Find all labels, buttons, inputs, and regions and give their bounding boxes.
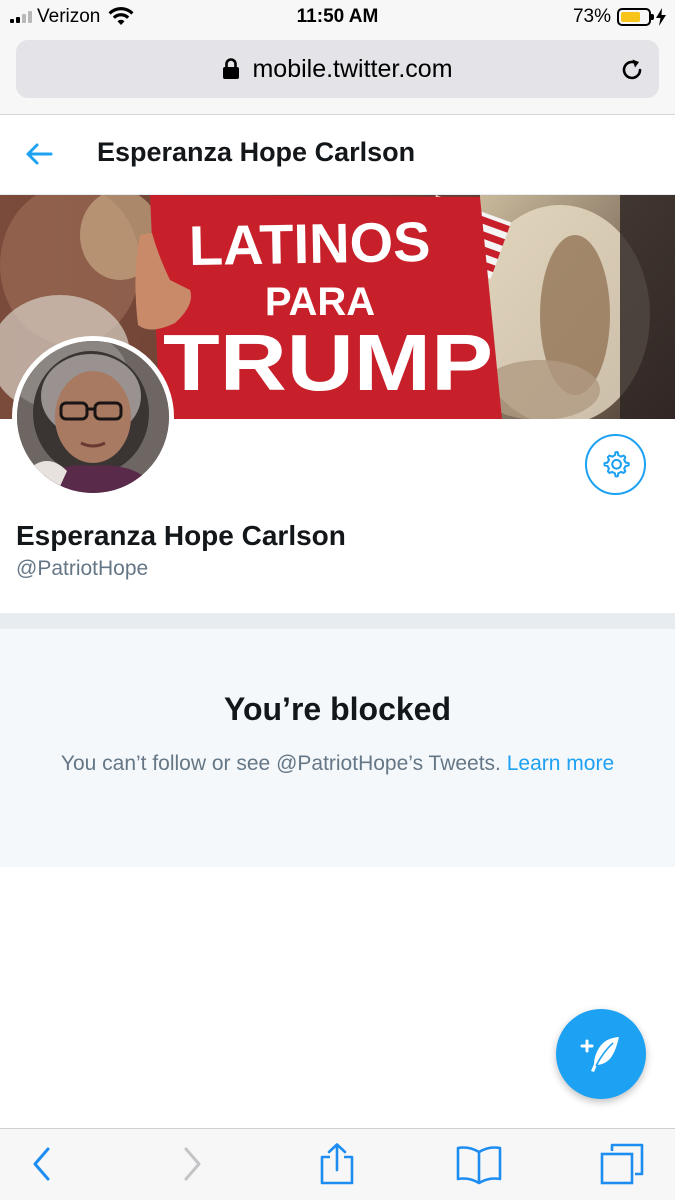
avatar-image [17,341,169,493]
gear-icon [603,451,630,478]
learn-more-link[interactable]: Learn more [507,752,614,775]
tabs-icon[interactable] [600,1143,644,1185]
profile-handle: @PatriotHope [16,557,149,580]
blocked-message: You can’t follow or see @PatriotHope’s T… [40,749,635,779]
blocked-title: You’re blocked [223,691,451,727]
battery-level [621,12,640,22]
compose-tweet-icon [580,1037,619,1072]
settings-button[interactable] [585,434,646,495]
url-text: mobile.twitter.com [252,54,453,83]
url-field[interactable]: mobile.twitter.com [16,40,659,98]
status-bar: Verizon 11:50 AM 73% [0,0,675,36]
compose-tweet-button[interactable] [556,1009,646,1099]
charging-bolt-icon [656,8,666,26]
share-icon[interactable] [318,1143,356,1185]
header-title: Esperanza Hope Carlson [97,137,416,167]
sign-text-latinos: LATINOS [188,210,431,277]
section-divider [0,613,675,629]
lock-icon [223,58,240,79]
bookmarks-icon[interactable] [456,1143,502,1185]
browser-toolbar [0,1128,675,1200]
avatar[interactable] [12,336,174,498]
reload-icon[interactable] [619,57,645,83]
sign-text-trump: TRUMP [163,318,493,407]
blocked-notice: You’re blocked You can’t follow or see @… [0,629,675,867]
arrow-left-icon[interactable] [24,139,54,169]
chevron-right-icon[interactable] [178,1143,206,1185]
battery-icon [617,8,654,26]
blocked-message-text: You can’t follow or see @PatriotHope’s T… [60,752,501,775]
status-bar-right: 73% [573,6,667,28]
profile-header-bar: Esperanza Hope Carlson [0,115,675,195]
profile-name: Esperanza Hope Carlson [16,520,346,551]
chevron-left-icon[interactable] [28,1143,56,1185]
battery-percentage: 73% [572,6,611,27]
browser-address-bar: mobile.twitter.com [0,36,675,115]
